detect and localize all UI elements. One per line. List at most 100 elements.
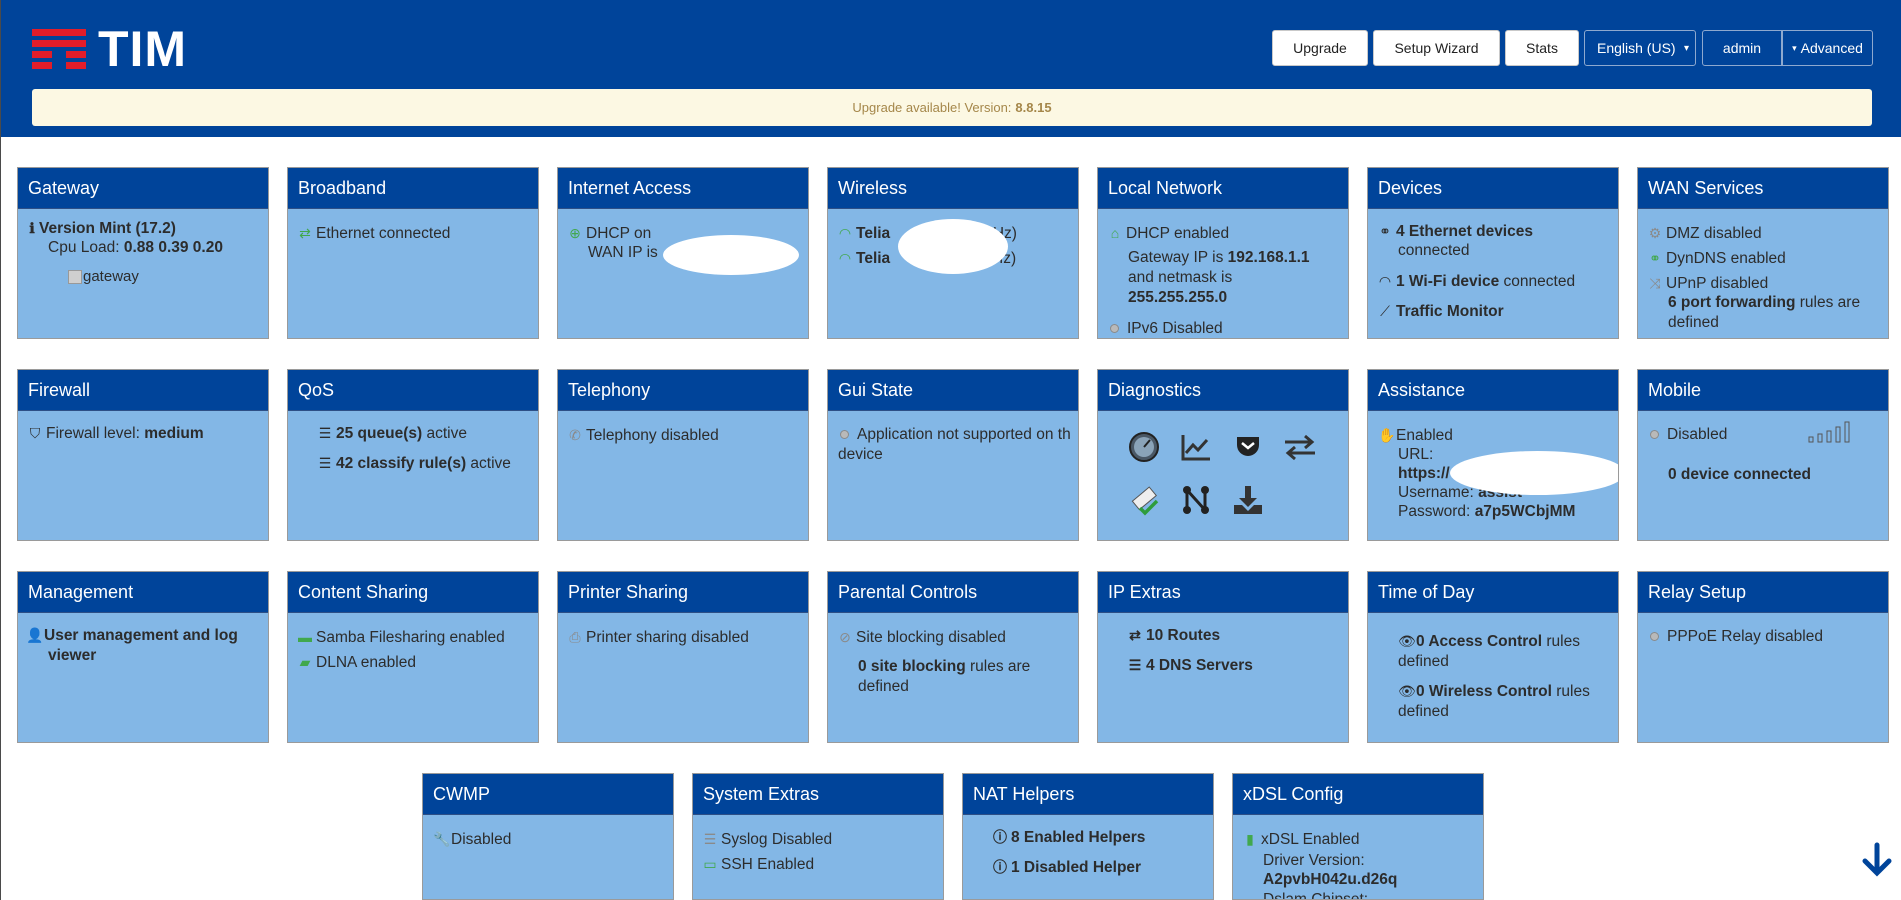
cwmp-status: 🔧Disabled — [433, 831, 512, 848]
dslam-chipset-label: Dslam Chipset: — [1263, 891, 1369, 900]
card-diagnostics[interactable]: Diagnostics — [1097, 369, 1349, 541]
card-title[interactable]: Content Sharing — [288, 572, 538, 613]
card-wireless[interactable]: Wireless ◠Telia4GHz) ◠Telia(5GHz) — [827, 167, 1079, 339]
card-qos[interactable]: QoS ☰ 25 queue(s) active ☰ 42 classify rul… — [287, 369, 539, 541]
advanced-toggle[interactable]: ▾ Advanced — [1782, 30, 1873, 66]
terminal-icon: ▭ — [703, 856, 717, 872]
card-content-sharing[interactable]: Content Sharing ▬ Samba Filesharing enabl… — [287, 571, 539, 743]
exchange-icon[interactable] — [1281, 428, 1319, 466]
card-internet-access[interactable]: Internet Access ⊕ DHCP on WAN IP is — [557, 167, 809, 339]
card-title[interactable]: IP Extras — [1098, 572, 1348, 613]
card-title[interactable]: Time of Day — [1368, 572, 1618, 613]
card-title[interactable]: Parental Controls — [828, 572, 1078, 613]
card-title[interactable]: CWMP — [423, 774, 673, 815]
card-title[interactable]: Mobile — [1638, 370, 1888, 411]
chart-icon[interactable] — [1177, 428, 1215, 466]
card-telephony[interactable]: Telephony ✆ Telephony disabled — [557, 369, 809, 541]
eraser-check-icon[interactable] — [1125, 481, 1163, 519]
upgrade-button[interactable]: Upgrade — [1272, 30, 1368, 66]
card-broadband[interactable]: Broadband ⇄ Ethernet connected — [287, 167, 539, 339]
card-system-extras[interactable]: System Extras ☰ Syslog Disabled ▭ SSH Enab… — [692, 773, 944, 900]
card-management[interactable]: Management 👤User management and log view… — [17, 571, 269, 743]
card-title[interactable]: Relay Setup — [1638, 572, 1888, 613]
card-title[interactable]: Devices — [1368, 168, 1618, 209]
syslog-status: ☰ Syslog Disabled — [703, 831, 833, 848]
card-title[interactable]: Wireless — [828, 168, 1078, 209]
link-icon: ⚭ — [1649, 250, 1661, 266]
card-title[interactable]: WAN Services — [1638, 168, 1888, 209]
card-title[interactable]: Printer Sharing — [558, 572, 808, 613]
site-blocking-status: ⊘ Site blocking disabled — [839, 629, 1006, 646]
card-title[interactable]: Management — [18, 572, 268, 613]
stats-button[interactable]: Stats — [1505, 30, 1579, 66]
card-firewall[interactable]: Firewall ⛉ Firewall level: medium — [17, 369, 269, 541]
card-title[interactable]: System Extras — [693, 774, 943, 815]
ban-icon: ⊘ — [839, 629, 851, 645]
card-gateway[interactable]: Gateway ℹ Version Mint (17.2) Cpu Load: 0… — [17, 167, 269, 339]
card-title[interactable]: Assistance — [1368, 370, 1618, 411]
card-title[interactable]: Firewall — [18, 370, 268, 411]
download-icon[interactable] — [1229, 481, 1267, 519]
tim-logo[interactable]: TIM — [32, 24, 187, 74]
card-title[interactable]: Diagnostics — [1098, 370, 1348, 411]
card-printer-sharing[interactable]: Printer Sharing ⎙ Printer sharing disable… — [557, 571, 809, 743]
battery-icon: ▮ — [1246, 831, 1254, 847]
card-title[interactable]: Local Network — [1098, 168, 1348, 209]
card-assistance[interactable]: Assistance ✋Enabled URL: https:// Userna… — [1367, 369, 1619, 541]
broken-image-icon — [68, 270, 82, 285]
page: TIM Upgrade Setup Wizard Stats English (… — [0, 0, 1901, 900]
ethernet-suffix: connected — [1398, 242, 1470, 259]
line-chart-icon: ⟋ — [1380, 303, 1390, 319]
language-select[interactable]: English (US) ▾ — [1584, 30, 1696, 66]
list-icon: ☰ — [318, 455, 332, 471]
card-title[interactable]: Internet Access — [558, 168, 808, 209]
pocket-icon[interactable] — [1229, 428, 1267, 466]
card-local-network[interactable]: Local Network ⌂ DHCP enabled Gateway IP i… — [1097, 167, 1349, 339]
user-menu-button[interactable]: admin — [1702, 30, 1782, 66]
dlna-status: ▰ DLNA enabled — [299, 654, 416, 671]
dhcp-status: ⊕ DHCP on — [569, 225, 652, 242]
caret-down-icon: ▾ — [1683, 42, 1689, 54]
upgrade-notice-text: Upgrade available! Version: — [852, 100, 1012, 115]
wrench-icon: 🔧 — [433, 831, 451, 847]
card-relay-setup[interactable]: Relay Setup PPPoE Relay disabled — [1637, 571, 1889, 743]
card-title[interactable]: Gui State — [828, 370, 1078, 411]
driver-version-label: Driver Version: — [1263, 852, 1365, 869]
card-title[interactable]: xDSL Config — [1233, 774, 1483, 815]
card-devices[interactable]: Devices ⚭ 4 Ethernet devices connected ◠ 1… — [1367, 167, 1619, 339]
routes-count: ⇄ 10 Routes — [1129, 627, 1221, 644]
card-title[interactable]: NAT Helpers — [963, 774, 1213, 815]
status-dot-icon — [840, 430, 849, 440]
card-cwmp[interactable]: CWMP 🔧Disabled — [422, 773, 674, 900]
card-title[interactable]: Broadband — [288, 168, 538, 209]
card-ip-extras[interactable]: IP Extras ⇄ 10 Routes ☰ 4 DNS Servers — [1097, 571, 1349, 743]
info-icon: ℹ — [29, 220, 35, 236]
card-xdsl-config[interactable]: xDSL Config ▮ xDSL Enabled Driver Version… — [1232, 773, 1484, 900]
caret-down-icon: ▾ — [1792, 42, 1797, 53]
assistance-status: ✋Enabled — [1378, 427, 1453, 444]
card-gui-state[interactable]: Gui State Application not supported on t… — [827, 369, 1079, 541]
speedometer-icon[interactable] — [1125, 428, 1163, 466]
gateway-image: gateway — [68, 267, 139, 287]
card-title[interactable]: Telephony — [558, 370, 808, 411]
pppoe-relay-status: PPPoE Relay disabled — [1650, 627, 1823, 647]
setup-wizard-button[interactable]: Setup Wizard — [1373, 30, 1500, 66]
card-parental-controls[interactable]: Parental Controls ⊘ Site blocking disable… — [827, 571, 1079, 743]
card-time-of-day[interactable]: Time of Day 👁0 Access Control rules defi… — [1367, 571, 1619, 743]
align-left-icon: ☰ — [703, 831, 717, 847]
home-icon: ⌂ — [1110, 225, 1120, 241]
card-wan-services[interactable]: WAN Services ⚙ DMZ disabled ⚭ DynDNS enabl… — [1637, 167, 1889, 339]
card-title[interactable]: Gateway — [18, 168, 268, 209]
gui-status-device: device — [838, 446, 883, 463]
upgrade-notice: Upgrade available! Version: 8.8.15 — [32, 89, 1872, 126]
dns-count: ☰ 4 DNS Servers — [1128, 657, 1253, 674]
dhcp-enabled: ⌂ DHCP enabled — [1108, 223, 1229, 244]
traffic-monitor-link[interactable]: ⟋ Traffic Monitor — [1378, 301, 1504, 322]
scroll-down-arrow-icon[interactable] — [1859, 842, 1895, 888]
list-icon: ☰ — [318, 425, 332, 441]
card-nat-helpers[interactable]: NAT Helpers ⓘ 8 Enabled Helpers ⓘ 1 Disabl… — [962, 773, 1214, 900]
assistance-password: Password: a7p5WCbjMM — [1398, 503, 1576, 520]
card-title[interactable]: QoS — [288, 370, 538, 411]
network-icon[interactable] — [1177, 481, 1215, 519]
card-mobile[interactable]: Mobile Disabled 0 device connected — [1637, 369, 1889, 541]
